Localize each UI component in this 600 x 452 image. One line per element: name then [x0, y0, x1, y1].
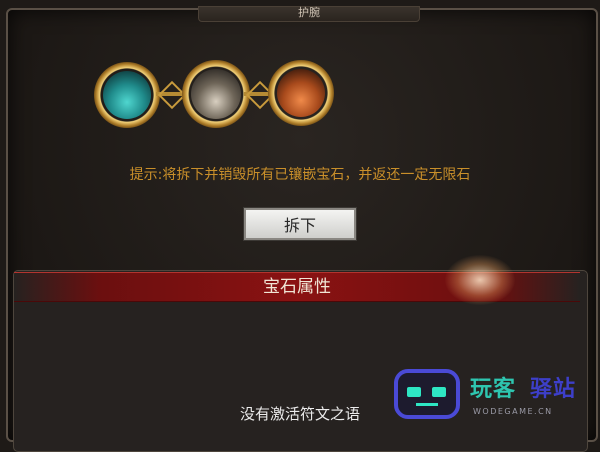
- remove-hint-text: 提示:将拆下并销毁所有已镶嵌宝石，并返还一定无限石: [129, 167, 471, 183]
- robot-mouth: [416, 403, 438, 406]
- teal-gem-slot[interactable]: [94, 62, 160, 128]
- grey-gem-slot[interactable]: [182, 60, 250, 128]
- glow-effect: [445, 255, 515, 305]
- watermark-brand: 玩客 驿站: [470, 371, 576, 403]
- gold-ring: [182, 60, 250, 128]
- orange-gem-slot[interactable]: [268, 60, 334, 126]
- remove-button[interactable]: 拆下: [243, 207, 357, 241]
- gold-ring: [94, 62, 160, 128]
- watermark-brand-part2: 驿站: [530, 377, 577, 402]
- robot-logo-icon: [394, 369, 460, 419]
- window-title: 护腕: [198, 6, 420, 22]
- watermark-brand-part1: 玩客: [470, 377, 517, 402]
- robot-eye-icon: [407, 387, 421, 397]
- gold-ring: [268, 60, 334, 126]
- watermark-domain: WODEGAME.CN: [473, 407, 553, 416]
- robot-eye-icon: [432, 387, 446, 397]
